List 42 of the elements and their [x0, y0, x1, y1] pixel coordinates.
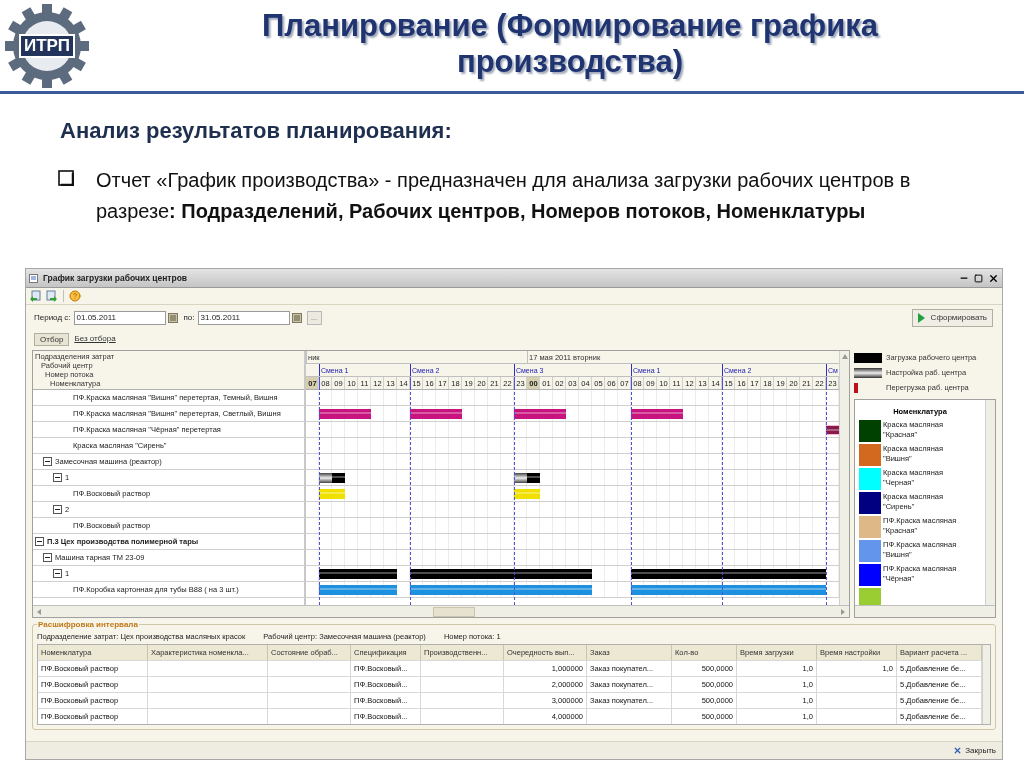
collapse-icon[interactable] [53, 505, 62, 514]
vertical-scrollbar[interactable] [985, 400, 995, 605]
period-label: Период с: [34, 312, 71, 324]
collapse-icon[interactable] [43, 553, 52, 562]
overload-swatch [854, 382, 858, 393]
setup-bar [319, 473, 332, 483]
close-icon [953, 746, 963, 755]
scroll-left-icon[interactable] [36, 608, 42, 615]
horizontal-scrollbar[interactable] [33, 605, 849, 617]
checkbox-bullet-icon [58, 170, 74, 186]
scroll-up-icon[interactable] [841, 354, 848, 359]
calendar-icon[interactable] [291, 313, 302, 323]
collapse-icon[interactable] [53, 473, 62, 482]
close-button[interactable]: Закрыть [953, 744, 996, 757]
collapse-icon[interactable] [35, 537, 44, 546]
window-icon [29, 273, 38, 283]
slide-subtitle: Анализ результатов планирования: [60, 117, 453, 145]
help-icon[interactable] [69, 290, 81, 302]
close-icon[interactable] [988, 272, 999, 284]
date-from-field[interactable]: 01.05.2011 [73, 311, 166, 325]
restore-icon[interactable] [974, 273, 983, 283]
calendar-icon[interactable] [167, 313, 178, 323]
slide-title: Планирование (Формирование графика производства) [260, 8, 880, 80]
collapse-icon[interactable] [43, 457, 52, 466]
setup-swatch [854, 367, 882, 378]
collapse-icon[interactable] [53, 569, 62, 578]
play-icon [917, 313, 925, 323]
vertical-scrollbar[interactable] [839, 351, 849, 605]
setup-bar [514, 473, 527, 483]
date-to-field[interactable]: 31.05.2011 [197, 311, 290, 325]
bullet-text: Отчет «График производства» - предназначен для анализа загрузки рабочих центров в разрезе: Подразделений, Рабочих центров, Номеров потоков, Номенклатуры [96, 168, 912, 224]
to-label: по: [183, 312, 195, 324]
load-swatch [854, 352, 882, 363]
scroll-thumb[interactable] [433, 606, 475, 617]
filter-link[interactable]: Без отбора [74, 333, 116, 345]
scroll-right-icon[interactable] [840, 608, 846, 615]
window-title: График загрузки рабочих центров [43, 271, 188, 285]
generate-button[interactable]: Сформировать [911, 309, 993, 327]
horizontal-scrollbar[interactable] [855, 605, 995, 617]
group-title: Расшифровка интервала [37, 619, 139, 631]
vertical-scrollbar[interactable] [982, 645, 990, 724]
filter-button[interactable]: Отбор [34, 332, 70, 346]
